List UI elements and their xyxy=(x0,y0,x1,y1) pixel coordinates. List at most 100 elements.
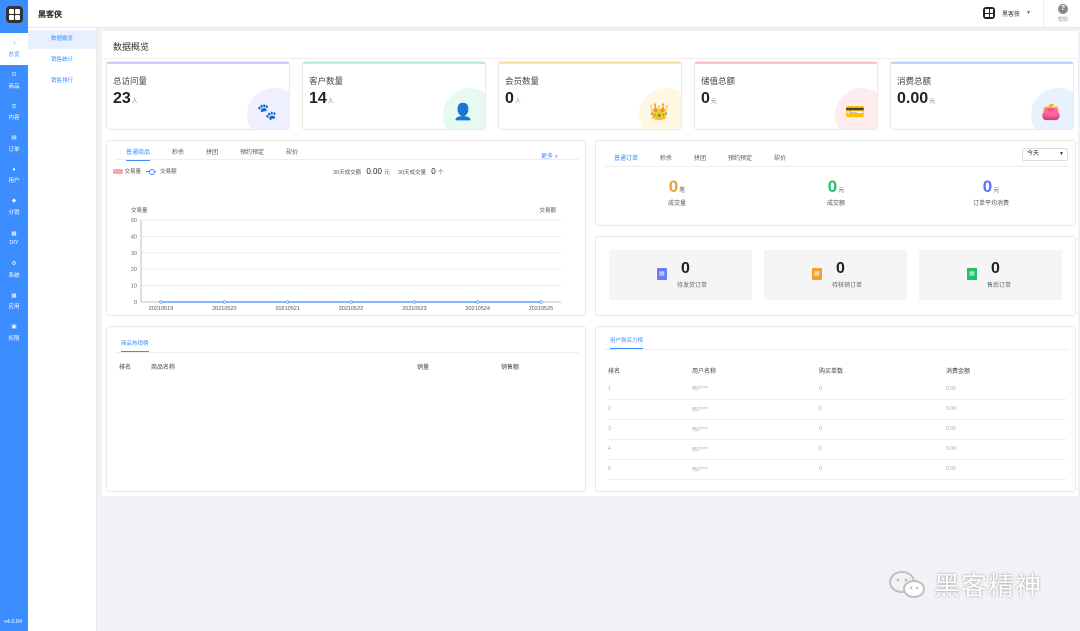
sidebar-item-1[interactable]: ☑ 商品 xyxy=(0,65,28,97)
stat-accent xyxy=(891,62,1073,64)
column-header: 销量 xyxy=(417,365,430,371)
order-stat-label: 成交额 xyxy=(826,201,845,207)
order-status-label: 待核销订单 xyxy=(832,283,863,289)
wallet-icon: 👛 xyxy=(1041,104,1061,121)
table-cell: 用户*** xyxy=(692,419,819,440)
stat-card: 总访问量 23人 🐾 xyxy=(106,61,290,130)
stat-label: 储值总额 xyxy=(701,76,736,86)
app-title: 黑客侠 xyxy=(38,10,62,19)
y-tick-label: 50 xyxy=(131,218,137,224)
sub-nav: 数据概览销售统计销售排行 xyxy=(28,28,97,631)
recent-count-label: 30天成交量 xyxy=(397,170,427,176)
period-select[interactable]: 今天 ▼ xyxy=(1022,148,1068,161)
order-status-value: 0 xyxy=(836,260,845,277)
avatar xyxy=(983,7,995,19)
column-header: 排名 xyxy=(608,368,621,375)
crown-icon: 👑 xyxy=(649,104,669,121)
subnav-item-0[interactable]: 数据概览 xyxy=(28,30,96,49)
sidebar-item-label: DIY xyxy=(9,240,19,247)
legend-label-volume[interactable]: 交易量 xyxy=(125,169,142,175)
table-cell: 用户*** xyxy=(692,459,819,480)
order-stat-value: 0元 xyxy=(982,177,1000,196)
sidebar-item-4[interactable]: ● 用户 xyxy=(0,159,28,191)
tab-0[interactable]: 普通订单 xyxy=(614,153,639,167)
help-label: 帮助 xyxy=(1057,17,1068,23)
check-square-icon: ☑ xyxy=(11,72,17,79)
background xyxy=(102,496,1078,631)
data-point-amount xyxy=(286,300,290,304)
recent-amount-unit: 元 xyxy=(384,170,390,176)
table-cell: 0 xyxy=(819,419,946,440)
user-rank-card: 用户购买力榜 排名 用户名称 购买单数 消费金额 1 用户*** 0 0.00 2 用户*** 0… xyxy=(595,326,1076,492)
recent-count-unit: 个 xyxy=(437,170,444,176)
app-logo[interactable] xyxy=(6,6,23,23)
column-header: 销售额 xyxy=(501,365,520,371)
stat-value: 0人 xyxy=(505,90,521,107)
sidebar-item-label: 商品 xyxy=(8,83,20,90)
list-icon: ☰ xyxy=(11,103,17,110)
pie-chart-icon: ◔ xyxy=(12,40,16,47)
stat-card: 会员数量 0人 👑 xyxy=(498,61,682,130)
y-tick-label: 40 xyxy=(131,234,137,240)
tab-2[interactable]: 拼团 xyxy=(694,153,706,167)
order-status-label: 待发货订单 xyxy=(677,283,708,289)
stat-label: 会员数量 xyxy=(505,76,540,86)
sidebar-item-9[interactable]: ▣ 权限 xyxy=(0,317,28,349)
legend-label-amount[interactable]: 交易额 xyxy=(160,169,177,175)
tab-user-rank[interactable]: 用户购买力榜 xyxy=(610,336,644,349)
paw-icon: 🐾 xyxy=(257,104,277,121)
user-menu[interactable]: 黑客侠 ▼ xyxy=(983,7,1031,19)
table-row: 1 用户*** 0 0.00 xyxy=(608,379,1066,400)
divider xyxy=(102,58,1078,59)
subnav-item-2[interactable]: 销售排行 xyxy=(28,72,96,91)
divider xyxy=(1043,0,1044,28)
tab-3[interactable]: 预约预定 xyxy=(728,153,752,167)
tab-1[interactable]: 秒杀 xyxy=(660,153,672,167)
order-stat: 0元 成交额 xyxy=(776,177,896,207)
stat-label: 客户数量 xyxy=(309,76,344,86)
y-tick-label: 0 xyxy=(134,300,137,306)
order-status-box[interactable]: ▤ 0 待核销订单 xyxy=(764,250,907,300)
divider xyxy=(115,159,579,160)
column-header: 消费金额 xyxy=(946,368,971,375)
sidebar-item-label: 订单 xyxy=(8,146,20,153)
stat-accent xyxy=(695,62,877,64)
data-point-amount xyxy=(349,300,353,304)
order-status-box[interactable]: ▤ 0 待发货订单 xyxy=(609,250,752,300)
sidebar-item-6[interactable]: ▦ DIY xyxy=(0,222,28,254)
tab-4[interactable]: 砍价 xyxy=(774,153,786,167)
sidebar-item-label: 权限 xyxy=(8,335,20,342)
sidebar-item-5[interactable]: ◆ 分销 xyxy=(0,191,28,223)
sidebar-item-2[interactable]: ☰ 内容 xyxy=(0,96,28,128)
divider xyxy=(604,349,1069,350)
stat-label: 消费总额 xyxy=(897,76,932,86)
sidebar-item-0[interactable]: ◔ 总览 xyxy=(0,33,28,65)
sidebar-item-3[interactable]: ▤ 订单 xyxy=(0,128,28,160)
x-tick-label: 20210519 xyxy=(149,306,173,312)
more-link[interactable]: 更多 » xyxy=(541,151,558,160)
sidebar-item-8[interactable]: ▦ 应用 xyxy=(0,285,28,317)
stat-card: 消费总额 0.00元 👛 xyxy=(890,61,1074,130)
layout-icon: ▦ xyxy=(11,230,17,237)
subnav-item-1[interactable]: 销售统计 xyxy=(28,51,96,70)
legend-swatch-volume xyxy=(113,169,123,175)
order-status-label: 售后订单 xyxy=(987,283,1012,289)
sidebar-item-7[interactable]: ⚙ 系统 xyxy=(0,254,28,286)
order-status-box[interactable]: ▤ 0 售后订单 xyxy=(919,250,1062,300)
gear-icon: ⚙ xyxy=(11,261,17,268)
help-button[interactable]: ? 帮助 xyxy=(1054,4,1072,23)
chevron-down-icon: ▼ xyxy=(1026,10,1031,16)
sidebar-item-label: 应用 xyxy=(8,304,20,311)
table-cell: 3 xyxy=(608,419,692,440)
tab-hot-goods[interactable]: 商品热销榜 xyxy=(121,339,149,352)
y-tick-label: 30 xyxy=(131,251,137,257)
card-icon: 💳 xyxy=(845,104,865,121)
sidebar-nav: ◔ 总览 ☑ 商品 ☰ 内容 ▤ 订单 ● 用户 ◆ 分销 ▦ DIY ⚙ 系统 ▦ 应用 ▣ 权限 xyxy=(0,33,28,348)
sidebar-item-label: 分销 xyxy=(8,209,20,216)
top-bar: 黑客侠 黑客侠 ▼ ? 帮助 xyxy=(28,0,1080,28)
table-cell: 0 xyxy=(819,459,946,480)
hot-goods-card: 商品热销榜 排名 商品名称 销量 销售额 xyxy=(106,326,586,492)
clipboard-icon: ▤ xyxy=(657,268,667,280)
divider xyxy=(604,166,1069,167)
table-cell: 2 xyxy=(608,399,692,420)
